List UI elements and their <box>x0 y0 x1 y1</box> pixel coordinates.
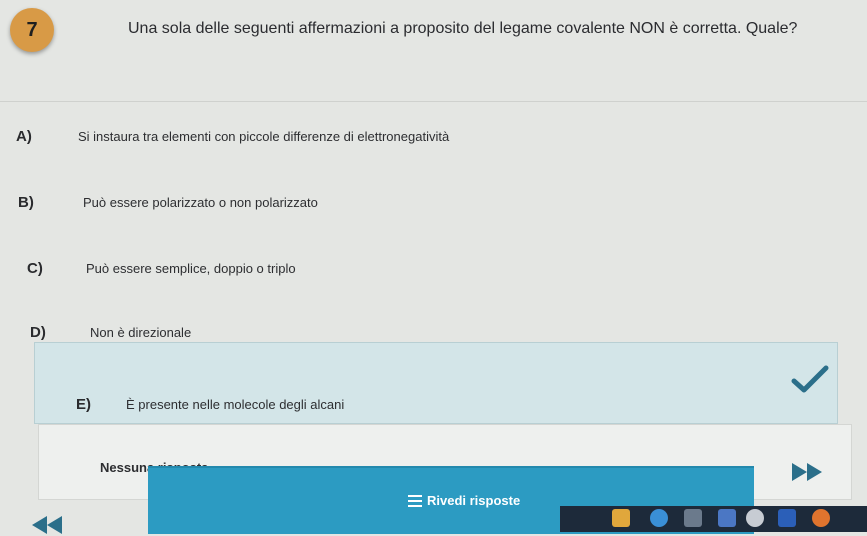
option-letter: E) <box>76 395 91 413</box>
divider <box>0 101 867 102</box>
browser-icon[interactable] <box>650 509 668 527</box>
fast-forward-icon[interactable] <box>790 461 826 483</box>
option-letter: B) <box>18 193 34 211</box>
folder-icon[interactable] <box>612 509 630 527</box>
option-letter: C) <box>27 259 43 277</box>
review-answers-text: Rivedi risposte <box>427 493 521 508</box>
chat-icon[interactable] <box>718 509 736 527</box>
question-number: 7 <box>26 18 38 41</box>
check-icon <box>791 365 829 393</box>
word-icon[interactable] <box>778 509 796 527</box>
store-icon[interactable] <box>684 509 702 527</box>
question-number-badge: 7 <box>10 8 54 52</box>
menu-icon <box>408 494 422 507</box>
option-text: Non è direzionale <box>90 324 192 340</box>
app-icon[interactable] <box>746 509 764 527</box>
option-text: È presente nelle molecole degli alcani <box>126 396 345 412</box>
option-c[interactable]: C) Può essere semplice, doppio o triplo <box>0 248 760 288</box>
option-text: Si instaura tra elementi con piccole dif… <box>78 128 450 144</box>
option-letter: D) <box>30 323 46 341</box>
option-text: Può essere semplice, doppio o triplo <box>86 260 296 276</box>
option-a[interactable]: A) Si instaura tra elementi con piccole … <box>0 116 760 156</box>
option-b[interactable]: B) Può essere polarizzato o non polarizz… <box>0 182 760 222</box>
review-answers-label[interactable]: Rivedi risposte <box>408 493 520 508</box>
option-letter: A) <box>16 127 32 145</box>
rewind-icon[interactable] <box>30 514 66 536</box>
option-e[interactable]: E) È presente nelle molecole degli alcan… <box>0 384 760 424</box>
firefox-icon[interactable] <box>812 509 830 527</box>
question-text: Una sola delle seguenti affermazioni a p… <box>128 20 798 37</box>
option-text: Può essere polarizzato o non polarizzato <box>83 194 318 210</box>
